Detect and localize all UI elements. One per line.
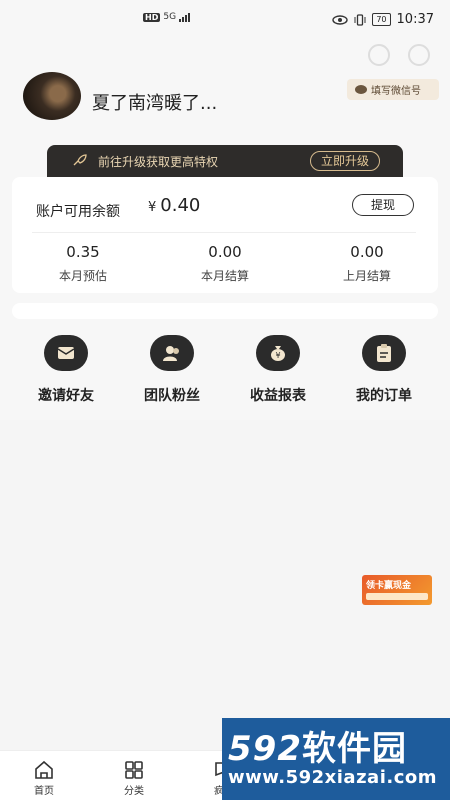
stat-label: 本月结算 xyxy=(200,269,249,283)
menu-team-fans[interactable]: 团队粉丝 xyxy=(122,335,222,405)
stat-this-month-estimate[interactable]: 0.35 本月预估 xyxy=(28,243,138,284)
eye-icon xyxy=(332,14,349,25)
promo-subtext-bar xyxy=(366,593,428,600)
watermark: 592软件园 www.592xiazai.com xyxy=(222,718,450,800)
header-actions xyxy=(368,44,430,66)
avatar[interactable] xyxy=(23,72,81,120)
menu-label: 收益报表 xyxy=(250,388,306,404)
secondary-card xyxy=(12,303,438,319)
balance-card: 账户可用余额 ¥0.40 提现 0.35 本月预估 0.00 本月结算 0.00… xyxy=(12,177,438,293)
grid-icon xyxy=(125,761,143,779)
watermark-brand: 592软件园 xyxy=(228,731,450,767)
fill-wechat-button[interactable]: 填写微信号 xyxy=(347,79,439,100)
promo-badge[interactable]: 领卡赢现金 xyxy=(362,575,432,605)
hd-badge: HD xyxy=(143,12,161,22)
message-icon[interactable] xyxy=(368,44,390,66)
signal-icon xyxy=(179,12,191,22)
network-label: 5G xyxy=(163,12,177,22)
menu-label: 邀请好友 xyxy=(38,388,94,404)
currency-symbol: ¥ xyxy=(148,200,157,215)
withdraw-button[interactable]: 提现 xyxy=(352,194,414,216)
function-menu: 邀请好友 团队粉丝 ¥ 收益报表 我的订单 xyxy=(0,335,450,415)
clock: 10:37 xyxy=(396,12,434,27)
vibrate-icon xyxy=(354,13,366,26)
promo-title: 领卡赢现金 xyxy=(366,581,412,591)
upgrade-text: 前往升级获取更高特权 xyxy=(98,155,219,169)
menu-label: 团队粉丝 xyxy=(144,388,200,404)
nav-label: 分类 xyxy=(124,786,144,797)
nav-category[interactable]: 分类 xyxy=(104,760,164,797)
app-screen: HD 5G 70 10:37 夏了南湾暖了... 填写微信号 前往升级获取更高特… xyxy=(0,0,450,800)
stat-label: 本月预估 xyxy=(58,269,107,283)
watermark-brand-cn: 软件园 xyxy=(301,728,407,769)
stat-last-month-settled[interactable]: 0.00 上月结算 xyxy=(312,243,422,284)
stat-value: 0.35 xyxy=(66,243,100,261)
username: 夏了南湾暖了... xyxy=(92,93,218,114)
stat-value: 0.00 xyxy=(208,243,242,261)
stat-value: 0.00 xyxy=(350,243,384,261)
svg-text:¥: ¥ xyxy=(275,351,280,360)
wechat-icon xyxy=(355,85,367,94)
balance-label: 账户可用余额 xyxy=(36,204,120,220)
status-left: HD 5G xyxy=(143,12,191,22)
nav-label: 首页 xyxy=(34,786,54,797)
balance-amount: ¥0.40 xyxy=(148,195,200,216)
menu-earnings-report[interactable]: ¥ 收益报表 xyxy=(228,335,328,405)
stat-this-month-settled[interactable]: 0.00 本月结算 xyxy=(170,243,280,284)
stat-label: 上月结算 xyxy=(342,269,391,283)
rocket-icon xyxy=(73,154,87,166)
battery-indicator: 70 xyxy=(372,13,391,26)
upgrade-now-button[interactable]: 立即升级 xyxy=(310,151,380,171)
status-right: 70 10:37 xyxy=(332,12,434,27)
home-icon xyxy=(35,760,53,779)
divider xyxy=(32,232,416,233)
settings-gear-icon[interactable] xyxy=(408,44,430,66)
envelope-icon xyxy=(44,335,88,371)
watermark-number: 592 xyxy=(228,728,302,769)
fill-wechat-label: 填写微信号 xyxy=(371,86,421,97)
menu-my-orders[interactable]: 我的订单 xyxy=(334,335,434,405)
watermark-url: www.592xiazai.com xyxy=(228,766,437,788)
clipboard-icon xyxy=(362,335,406,371)
money-bag-icon: ¥ xyxy=(256,335,300,371)
menu-label: 我的订单 xyxy=(356,388,412,404)
nav-home[interactable]: 首页 xyxy=(14,760,74,797)
balance-value: 0.40 xyxy=(160,195,201,216)
status-bar: HD 5G 70 10:37 xyxy=(0,0,450,40)
menu-invite-friends[interactable]: 邀请好友 xyxy=(16,335,116,405)
people-icon xyxy=(150,335,194,371)
